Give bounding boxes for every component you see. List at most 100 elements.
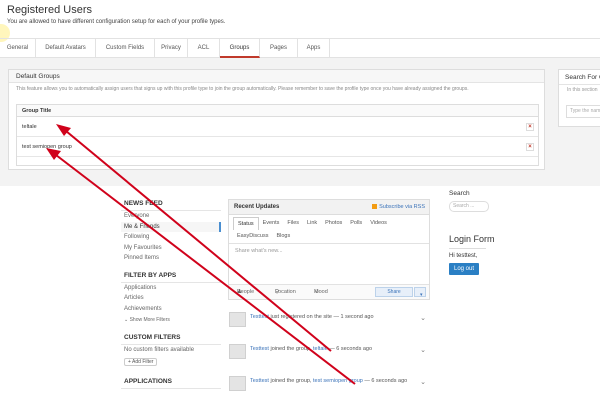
stream-composer: Recent Updates Subscribe via RSS Status … [228, 199, 430, 300]
group-title-cell: teltale [22, 124, 37, 130]
tab-files[interactable]: Files [283, 217, 303, 230]
search-input[interactable]: Search ... [449, 201, 489, 212]
delete-icon[interactable]: × [526, 123, 534, 131]
applications-heading: APPLICATIONS [124, 377, 172, 385]
admin-panel: Registered Users You are allowed to have… [0, 0, 600, 186]
default-groups-panel: Default Groups This feature allows you t… [8, 69, 545, 170]
sidebar-item-achievements[interactable]: Achievements [121, 304, 221, 315]
feed-time: 6 seconds ago [371, 378, 408, 384]
user-link[interactable]: Testtest [250, 378, 269, 384]
user-link[interactable]: Testtest [250, 346, 269, 352]
tab-link[interactable]: Link [303, 217, 321, 230]
greeting-text: Hi testtest, [449, 253, 478, 259]
tab-polls[interactable]: Polls [346, 217, 366, 230]
table-row: teltale × [17, 117, 538, 137]
avatar[interactable] [229, 376, 246, 391]
feed-time: 1 second ago [340, 314, 374, 320]
tab-custom-fields[interactable]: Custom Fields [96, 39, 155, 58]
tab-events[interactable]: Events [259, 217, 284, 230]
avatar[interactable] [229, 344, 246, 359]
tab-default-avatars[interactable]: Default Avatars [36, 39, 96, 58]
feed-text: Testtest joined the group, test semiopen… [250, 378, 415, 385]
tab-apps[interactable]: Apps [298, 39, 330, 58]
tab-privacy[interactable]: Privacy [155, 39, 188, 58]
tab-videos[interactable]: Videos [366, 217, 391, 230]
page-subtitle: You are allowed to have different config… [7, 19, 226, 25]
group-search-input[interactable]: Type the nam [566, 105, 600, 118]
frontend-site: NEWS FEED Everyone Me & Friends Followin… [0, 186, 600, 401]
sidebar-item-me-friends[interactable]: Me & Friends [121, 221, 221, 232]
rss-subscribe-link[interactable]: Subscribe via RSS [372, 200, 425, 215]
status-input[interactable]: Share what's new... [229, 243, 429, 277]
default-groups-description: This feature allows you to automatically… [16, 86, 469, 92]
divider [449, 248, 486, 249]
feed-time: 6 seconds ago [336, 346, 373, 352]
feed-action: just registered on the site [270, 314, 332, 320]
feed-text: Testtest just registered on the site — 1… [250, 314, 415, 321]
sidebar-item-everyone[interactable]: Everyone [121, 211, 221, 222]
page-title: Registered Users [7, 4, 92, 16]
group-link[interactable]: test semiopen group [313, 378, 363, 384]
right-sidebar: Search Search ... Login Form Hi testtest… [444, 186, 600, 275]
tab-groups[interactable]: Groups [220, 39, 260, 58]
user-link[interactable]: Testtest [250, 314, 269, 320]
custom-filters-heading: CUSTOM FILTERS [124, 334, 181, 341]
group-title-header: Group Title [17, 105, 538, 117]
composer-tabs: Status Events Files Link Photos Polls Vi… [229, 215, 429, 242]
no-filters-text: No custom filters available [124, 347, 195, 353]
share-options-dropdown[interactable]: ▾ [414, 287, 426, 298]
search-heading: Search [449, 190, 470, 197]
rss-icon [372, 203, 378, 209]
group-search-panel: Search For G In this section Type the na… [558, 69, 600, 127]
feed-separator: — [331, 314, 341, 320]
tab-acl[interactable]: ACL [188, 39, 220, 58]
group-search-hint: In this section [567, 87, 598, 93]
group-search-heading: Search For G [559, 70, 600, 85]
feed-separator: — [327, 346, 337, 352]
left-sidebar: NEWS FEED Everyone Me & Friends Followin… [121, 186, 221, 389]
stream-title: Recent Updates [234, 204, 280, 210]
chevron-down-icon: ▾ [420, 292, 423, 298]
rss-subscribe-label: Subscribe via RSS [379, 204, 425, 210]
show-more-filters-label: Show More Filters [129, 317, 170, 323]
show-more-filters-link[interactable]: ⌄ Show More Filters [121, 317, 221, 323]
sidebar-item-applications[interactable]: Applications [121, 283, 221, 294]
tab-photos[interactable]: Photos [321, 217, 346, 230]
feed-text: Testtest joined the group, teltale — 6 s… [250, 346, 415, 353]
divider [121, 387, 221, 389]
feed-action: joined the group, [270, 378, 312, 384]
default-groups-heading: Default Groups [9, 70, 544, 83]
filter-by-apps-heading: FILTER BY APPS [124, 271, 177, 279]
sidebar-item-favourites[interactable]: My Favourites [121, 243, 221, 254]
table-row: test semiopen group × [17, 137, 538, 157]
group-title-cell: test semiopen group [22, 144, 72, 150]
chevron-down-icon[interactable]: ⌄ [420, 314, 426, 322]
composer-toolbar: ♟ People ⚲ Location ☺ Mood Share ▾ [229, 284, 429, 299]
table-footer [17, 157, 538, 165]
login-heading: Login Form [449, 234, 495, 244]
tab-easydiscuss[interactable]: EasyDiscuss [233, 230, 272, 242]
tab-status[interactable]: Status [233, 217, 259, 230]
people-label: People [237, 289, 255, 295]
chevron-down-icon[interactable]: ⌄ [420, 378, 426, 386]
delete-icon[interactable]: × [526, 143, 534, 151]
tab-pages[interactable]: Pages [260, 39, 298, 58]
sidebar-item-following[interactable]: Following [121, 232, 221, 243]
share-button[interactable]: Share [375, 287, 413, 297]
mood-label: Mood [314, 289, 328, 295]
sidebar-item-articles[interactable]: Articles [121, 293, 221, 304]
chevron-down-icon[interactable]: ⌄ [420, 346, 426, 354]
add-filter-button[interactable]: + Add Filter [124, 357, 158, 366]
group-link[interactable]: teltale [313, 346, 328, 352]
avatar[interactable] [229, 312, 246, 327]
news-feed-heading: NEWS FEED [124, 200, 163, 207]
logout-button[interactable]: Log out [449, 263, 480, 275]
sidebar-item-pinned[interactable]: Pinned Items [121, 253, 221, 264]
stream-header: Recent Updates Subscribe via RSS [229, 200, 429, 215]
tab-general[interactable]: General [0, 39, 36, 58]
tab-blogs[interactable]: Blogs [272, 230, 294, 242]
feed-action: joined the group, [270, 346, 312, 352]
location-label: Location [275, 289, 296, 295]
groups-table: Group Title teltale × test semiopen grou… [16, 104, 539, 166]
profile-tabs: General Default Avatars Custom Fields Pr… [0, 38, 600, 58]
